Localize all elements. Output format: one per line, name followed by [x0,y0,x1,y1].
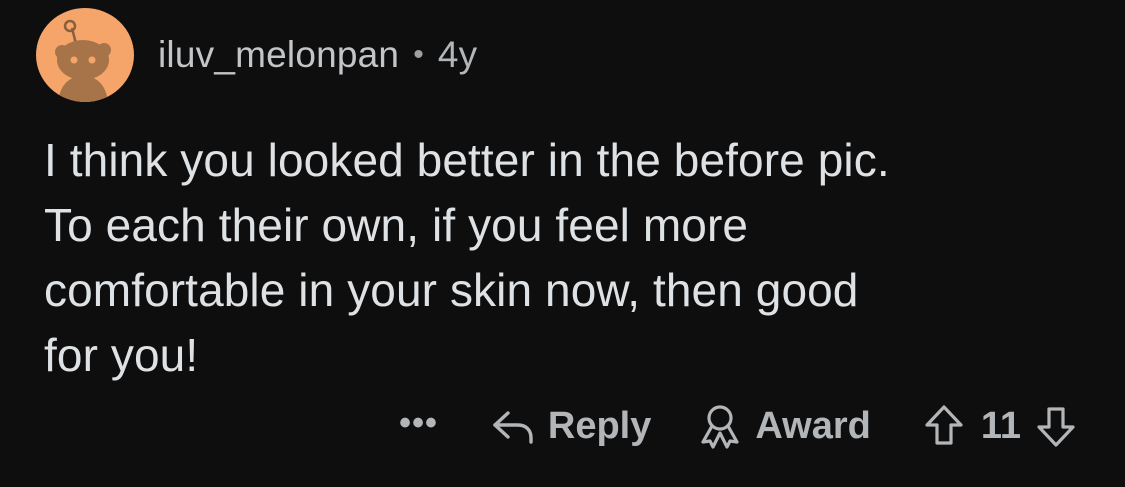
comment: iluv_melonpan • 4y I think you looked be… [0,0,1125,487]
vote-count: 11 [980,404,1021,447]
award-label: Award [755,404,871,447]
reply-arrow-icon [493,411,533,444]
award-button[interactable]: Award [697,403,871,449]
comment-actions: ••• Reply Award 11 [399,398,1077,454]
award-ribbon-icon [701,405,739,449]
upvote-arrow-icon [925,405,963,445]
comment-header: iluv_melonpan • 4y [36,8,477,102]
comment-meta: iluv_melonpan • 4y [158,34,477,76]
meta-separator: • [413,38,424,71]
comment-line: To each their own, if you feel more [44,199,749,251]
more-options-button[interactable]: ••• [399,406,438,446]
comment-line: comfortable in your skin now, then good [44,264,859,316]
comment-age: 4y [437,34,478,75]
comment-line: for you! [44,329,199,381]
downvote-button[interactable] [1035,403,1077,449]
comment-line: I think you looked better in the before … [44,134,890,186]
author-name[interactable]: iluv_melonpan [158,34,399,76]
snoo-avatar-icon[interactable] [36,8,134,102]
downvote-arrow-icon [1037,407,1075,447]
reply-button[interactable]: Reply [490,405,651,448]
reply-label: Reply [547,404,652,447]
upvote-button[interactable] [923,403,965,449]
comment-body: I think you looked better in the before … [44,128,1084,388]
